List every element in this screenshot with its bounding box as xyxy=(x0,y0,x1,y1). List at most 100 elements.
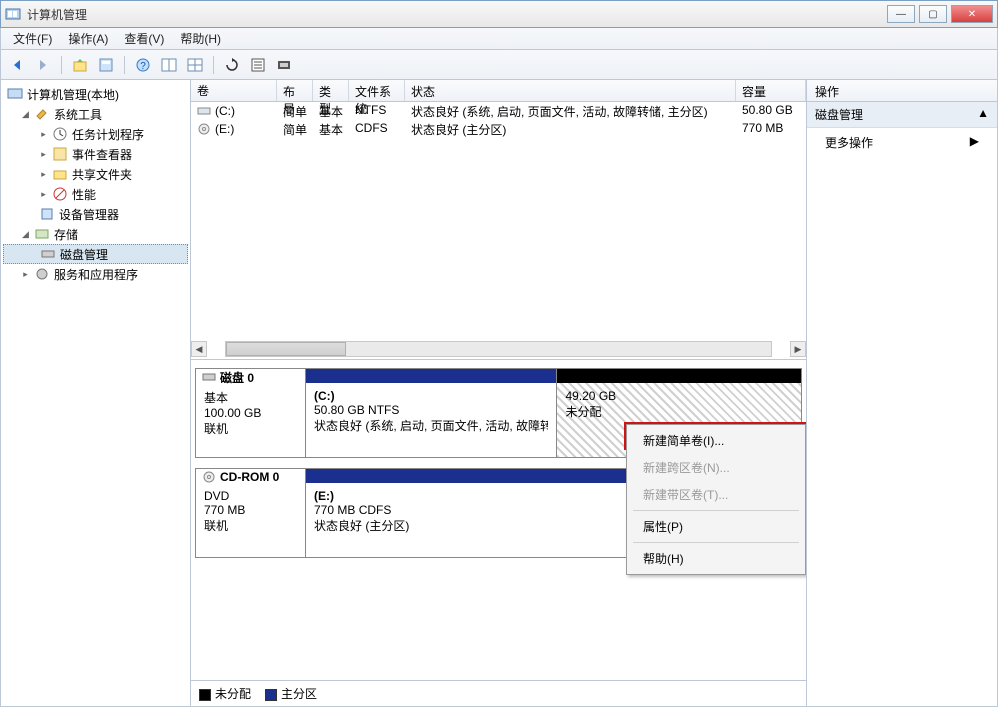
partition-label: (E:) xyxy=(314,489,334,503)
tree-shared-folders[interactable]: ▸ 共享文件夹 xyxy=(3,164,188,184)
toolbar-sep2 xyxy=(124,56,125,74)
ctx-new-simple-volume[interactable]: 新建简单卷(I)... xyxy=(629,427,803,454)
partition-bar xyxy=(557,369,801,383)
toolbar-sep xyxy=(61,56,62,74)
event-icon xyxy=(52,146,68,162)
actions-more[interactable]: 更多操作 ▶ xyxy=(807,128,997,157)
tree-label: 事件查看器 xyxy=(72,146,132,163)
tree-device-manager[interactable]: 设备管理器 xyxy=(3,204,188,224)
menu-view[interactable]: 查看(V) xyxy=(116,28,172,49)
ctx-separator xyxy=(633,542,799,543)
expander-icon[interactable]: ▸ xyxy=(39,149,48,160)
tree-event-viewer[interactable]: ▸ 事件查看器 xyxy=(3,144,188,164)
view-grid-icon[interactable] xyxy=(185,55,205,75)
expander-icon[interactable]: ▸ xyxy=(21,269,30,280)
expander-icon[interactable]: ▸ xyxy=(39,129,48,140)
ctx-new-striped-volume: 新建带区卷(T)... xyxy=(629,481,803,508)
tree-disk-mgmt[interactable]: 磁盘管理 xyxy=(3,244,188,264)
ctx-separator xyxy=(633,510,799,511)
tree-label: 性能 xyxy=(72,186,96,203)
volume-rows: (C:) 简单 基本 NTFS 状态良好 (系统, 启动, 页面文件, 活动, … xyxy=(191,102,806,339)
disk-info: CD-ROM 0 DVD 770 MB 联机 xyxy=(196,469,306,557)
minimize-button[interactable]: — xyxy=(887,5,915,23)
legend-unallocated: 未分配 xyxy=(199,685,251,702)
scroll-right-icon[interactable]: ▶ xyxy=(790,341,806,357)
scroll-left-icon[interactable]: ◀ xyxy=(191,341,207,357)
tree-performance[interactable]: ▸ 性能 xyxy=(3,184,188,204)
cd-icon xyxy=(197,122,211,136)
tree-label: 设备管理器 xyxy=(59,206,119,223)
tree-label: 系统工具 xyxy=(54,106,102,123)
chevron-up-icon: ▲ xyxy=(977,106,989,123)
legend-primary: 主分区 xyxy=(265,685,317,702)
cell: 状态良好 (系统, 启动, 页面文件, 活动, 故障转储, 主分区) xyxy=(405,102,736,120)
menu-help[interactable]: 帮助(H) xyxy=(172,28,229,49)
tree-label: 任务计划程序 xyxy=(72,126,144,143)
forward-button[interactable] xyxy=(33,55,53,75)
action-icon[interactable] xyxy=(274,55,294,75)
col-status[interactable]: 状态 xyxy=(405,80,736,101)
actions-label: 更多操作 xyxy=(825,134,873,151)
scroll-track[interactable] xyxy=(225,341,772,357)
maximize-button[interactable]: ▢ xyxy=(919,5,947,23)
tree-services[interactable]: ▸ 服务和应用程序 xyxy=(3,264,188,284)
computer-icon xyxy=(7,86,23,102)
tree-label: 服务和应用程序 xyxy=(54,266,138,283)
cell: NTFS xyxy=(349,102,405,120)
col-type[interactable]: 类型 xyxy=(313,80,349,101)
col-volume[interactable]: 卷 xyxy=(191,80,277,101)
disk-info: 磁盘 0 基本 100.00 GB 联机 xyxy=(196,369,306,457)
ctx-properties[interactable]: 属性(P) xyxy=(629,513,803,540)
disk-size: 770 MB xyxy=(204,503,297,517)
refresh-icon[interactable] xyxy=(222,55,242,75)
tree-storage[interactable]: ◢ 存储 xyxy=(3,224,188,244)
partition-label: (C:) xyxy=(314,389,335,403)
legend: 未分配 主分区 xyxy=(191,680,806,706)
tree-label: 磁盘管理 xyxy=(60,246,108,263)
back-button[interactable] xyxy=(7,55,27,75)
close-button[interactable]: ✕ xyxy=(951,5,993,23)
scroll-thumb[interactable] xyxy=(226,342,346,356)
disk-icon xyxy=(202,370,216,384)
tree-root[interactable]: 计算机管理(本地) xyxy=(3,84,188,104)
col-fs[interactable]: 文件系统 xyxy=(349,80,405,101)
performance-icon xyxy=(52,186,68,202)
tools-icon xyxy=(34,106,50,122)
table-row[interactable]: (E:) 简单 基本 CDFS 状态良好 (主分区) 770 MB xyxy=(191,120,806,138)
up-icon[interactable] xyxy=(70,55,90,75)
tree-label: 共享文件夹 xyxy=(72,166,132,183)
app-icon xyxy=(5,6,21,22)
device-icon xyxy=(39,206,55,222)
actions-panel: 操作 磁盘管理 ▲ 更多操作 ▶ xyxy=(807,80,997,706)
expander-icon[interactable]: ◢ xyxy=(21,229,30,240)
col-layout[interactable]: 布局 xyxy=(277,80,313,101)
actions-label: 磁盘管理 xyxy=(815,106,863,123)
disk-icon xyxy=(40,246,56,262)
expander-icon[interactable]: ▸ xyxy=(39,169,48,180)
partition[interactable]: (C:) 50.80 GB NTFS 状态良好 (系统, 启动, 页面文件, 活… xyxy=(306,369,557,457)
tree-sys-tools[interactable]: ◢ 系统工具 xyxy=(3,104,188,124)
help-icon[interactable]: ? xyxy=(133,55,153,75)
col-capacity[interactable]: 容量 xyxy=(736,80,806,101)
actions-diskmgmt[interactable]: 磁盘管理 ▲ xyxy=(807,102,997,128)
list-icon[interactable] xyxy=(248,55,268,75)
toolbar-sep3 xyxy=(213,56,214,74)
drive-icon xyxy=(197,104,211,118)
properties-icon[interactable] xyxy=(96,55,116,75)
view-split-icon[interactable] xyxy=(159,55,179,75)
hscrollbar[interactable]: ◀ ▶ xyxy=(191,339,806,359)
cell: 50.80 GB xyxy=(736,102,806,120)
chevron-right-icon: ▶ xyxy=(970,134,979,151)
partition-size: 50.80 GB NTFS xyxy=(314,403,548,417)
context-menu: 新建简单卷(I)... 新建跨区卷(N)... 新建带区卷(T)... 属性(P… xyxy=(626,424,806,575)
menu-file[interactable]: 文件(F) xyxy=(5,28,60,49)
tree-task-scheduler[interactable]: ▸ 任务计划程序 xyxy=(3,124,188,144)
ctx-new-spanned-volume: 新建跨区卷(N)... xyxy=(629,454,803,481)
ctx-help[interactable]: 帮助(H) xyxy=(629,545,803,572)
expander-icon[interactable]: ▸ xyxy=(39,189,48,200)
menu-action[interactable]: 操作(A) xyxy=(60,28,116,49)
expander-icon[interactable]: ◢ xyxy=(21,109,30,120)
window-title: 计算机管理 xyxy=(27,6,887,23)
cell: 简单 xyxy=(277,102,313,120)
table-row[interactable]: (C:) 简单 基本 NTFS 状态良好 (系统, 启动, 页面文件, 活动, … xyxy=(191,102,806,120)
